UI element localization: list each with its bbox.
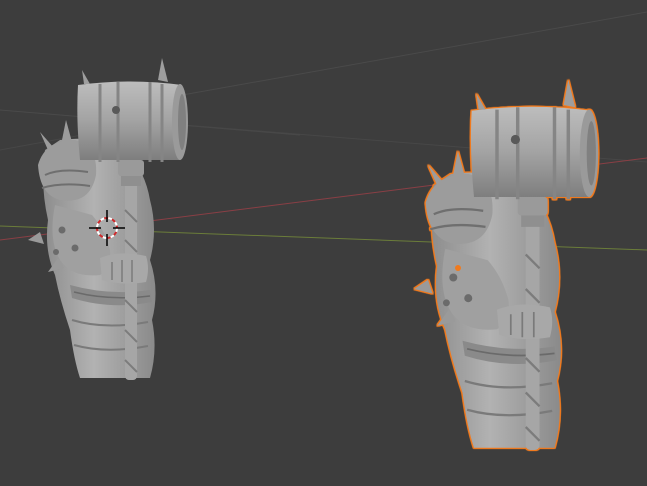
3d-viewport[interactable] xyxy=(0,0,647,486)
object-armored-figure-with-hammer-copy[interactable] xyxy=(412,77,600,452)
viewport-canvas[interactable] xyxy=(0,0,647,486)
object-origin-dot xyxy=(455,265,461,271)
